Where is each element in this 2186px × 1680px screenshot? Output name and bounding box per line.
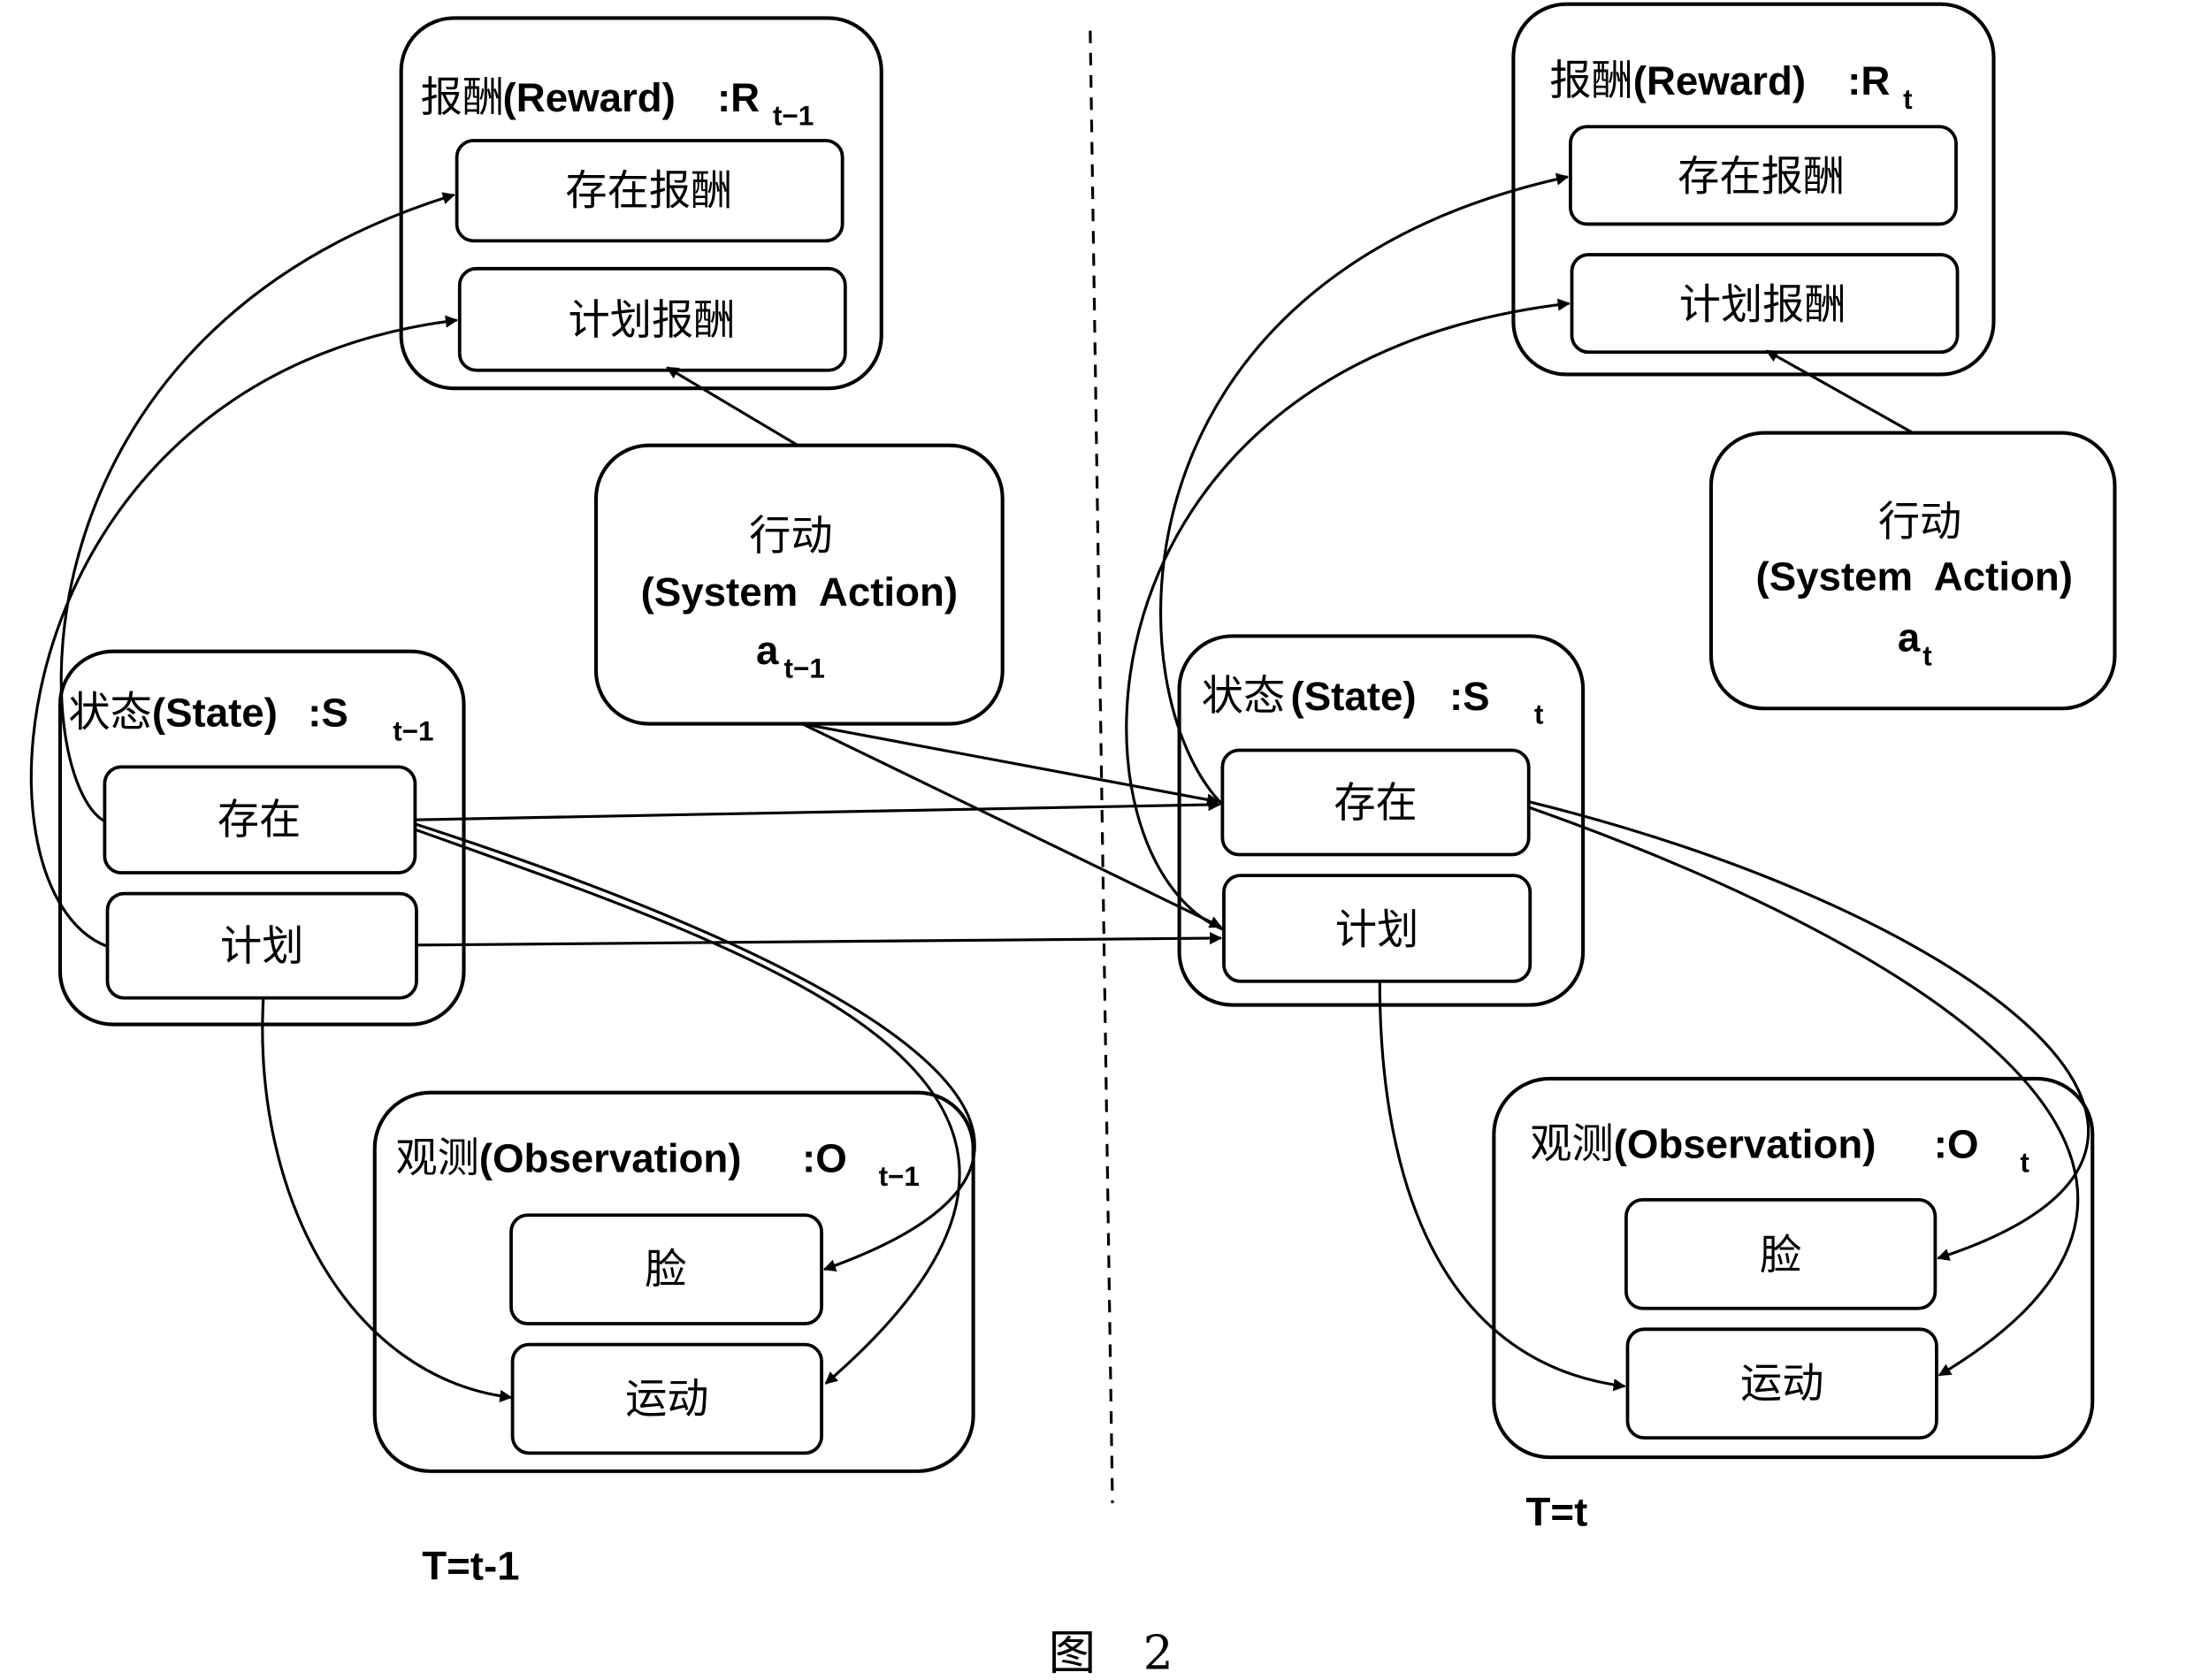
reward-title-en: (Reward): [1633, 58, 1806, 103]
state-title-en: (State): [152, 691, 278, 736]
existence-reward-label: 存在报酬: [1678, 153, 1845, 202]
action-subscript: t: [1922, 640, 1932, 671]
action-title-cn: 行动: [749, 512, 832, 561]
reward-symbol: :R: [717, 75, 760, 120]
observation-subscript: t: [2020, 1147, 2029, 1178]
state-symbol: :S: [308, 691, 348, 736]
state-node-curr: 状态 (State) :S t 存在 计划: [1177, 634, 1586, 1007]
action-subscript: t−1: [784, 653, 825, 684]
motion-label: 运动: [625, 1375, 708, 1424]
state-symbol: :S: [1449, 674, 1490, 719]
reward-title-cn: 报酬: [421, 73, 504, 122]
reward-node-prev: 报酬 (Reward) :R t−1 存在报酬 计划报酬: [399, 16, 883, 391]
edge-existence-to-existence-next: [415, 798, 1221, 821]
observation-node-prev: 观测 (Observation) :O t−1 脸 运动: [372, 1090, 975, 1473]
observation-title-en: (Observation): [479, 1135, 742, 1180]
time-label-curr: T=t: [1526, 1489, 1588, 1534]
action-node-curr: 行动 (System Action) a t: [1708, 431, 2117, 711]
reward-subscript: t: [1903, 84, 1913, 115]
observation-title-cn: 观测: [395, 1134, 478, 1182]
action-title-en: (System Action): [641, 569, 958, 615]
plan-reward-label: 计划报酬: [1679, 280, 1846, 329]
time-divider: [1089, 30, 1114, 1504]
action-title-en: (System Action): [1756, 554, 2073, 599]
observation-symbol: :O: [1934, 1122, 1979, 1167]
existence-reward-label: 存在报酬: [565, 166, 732, 215]
state-title-cn: 状态: [68, 689, 151, 737]
reward-node-curr: 报酬 (Reward) :R t 存在报酬 计划报酬: [1511, 2, 1996, 377]
time-label-prev: T=t-1: [422, 1544, 519, 1589]
state-title-en: (State): [1291, 674, 1417, 719]
edge-action-to-plan-next: [801, 722, 1223, 928]
reward-title-en: (Reward): [503, 75, 676, 120]
action-symbol: a: [756, 628, 779, 673]
observation-title-en: (Observation): [1614, 1122, 1876, 1167]
edge-plan-to-plan-next: [416, 932, 1223, 947]
edge-action-to-existence-next: [801, 722, 1220, 806]
plan-state-label: 计划: [220, 922, 303, 971]
existence-state-label: 存在: [1334, 779, 1417, 828]
observation-subscript: t−1: [879, 1161, 920, 1192]
action-node-prev: 行动 (System Action) a t−1: [593, 443, 1005, 726]
existence-state-label: 存在: [218, 796, 301, 844]
face-label: 脸: [1760, 1232, 1801, 1280]
state-subscript: t: [1534, 699, 1544, 730]
observation-node-curr: 观测 (Observation) :O t 脸 运动: [1492, 1076, 2095, 1460]
reward-title-cn: 报酬: [1549, 57, 1632, 105]
figure-caption: 图 2: [1049, 1624, 1173, 1680]
face-label: 脸: [645, 1245, 686, 1294]
plan-reward-label: 计划报酬: [569, 296, 736, 345]
action-title-cn: 行动: [1878, 498, 1961, 546]
reward-symbol: :R: [1847, 58, 1890, 103]
reward-subscript: t−1: [773, 101, 814, 132]
observation-title-cn: 观测: [1530, 1120, 1613, 1169]
action-symbol: a: [1898, 615, 1921, 661]
dbn-diagram: 报酬 (Reward) :R t−1 存在报酬 计划报酬 行动 (System …: [29, 2, 2117, 1680]
state-title-cn: 状态: [1202, 672, 1285, 721]
state-subscript: t−1: [393, 715, 433, 746]
observation-symbol: :O: [802, 1135, 847, 1180]
motion-label: 运动: [1740, 1359, 1823, 1408]
plan-state-label: 计划: [1335, 905, 1418, 954]
state-node-prev: 状态 (State) :S t−1 存在 计划: [57, 649, 466, 1027]
